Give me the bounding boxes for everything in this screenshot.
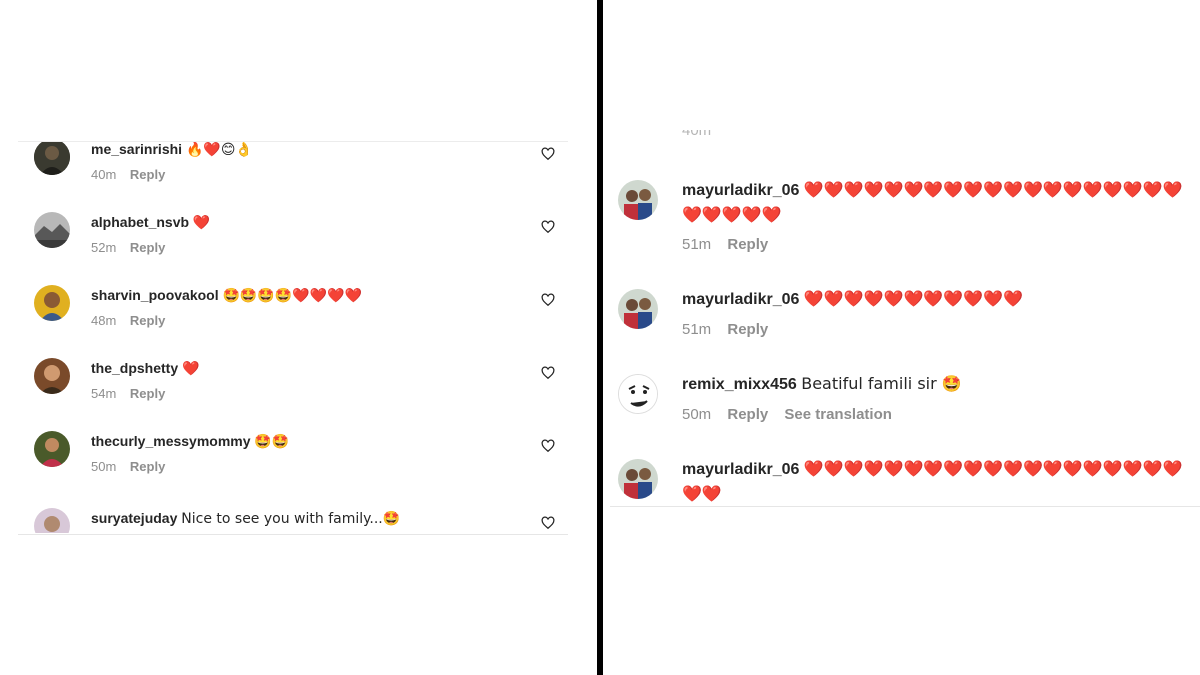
comment-meta: 50m Reply (91, 459, 175, 474)
comment-time: 40m (91, 167, 117, 182)
comment-username[interactable]: mayurladikr_06 (682, 182, 799, 199)
avatar[interactable] (34, 285, 70, 321)
right-comments-panel: 40m mayurladikr_06 ❤️❤️❤️❤️❤️❤️❤️❤️❤️❤️❤… (610, 0, 1200, 675)
comment-time: 50m (682, 406, 712, 423)
comment-item: mayurladikr_06 ❤️❤️❤️❤️❤️❤️❤️❤️❤️❤️❤️❤️❤… (610, 457, 1200, 505)
comment-body: mayurladikr_06 ❤️❤️❤️❤️❤️❤️❤️❤️❤️❤️❤️❤️❤… (682, 178, 1192, 228)
comment-text: Nice to see you with family...🤩 (181, 511, 401, 527)
left-comment-list[interactable]: me_sarinrishi 🔥❤️😊👌 40m Reply alphabet_n… (18, 142, 568, 533)
avatar[interactable] (34, 358, 70, 394)
comment-time: 50m (91, 459, 117, 474)
comment-username[interactable]: suryatejuday Nice to see you with family… (91, 510, 400, 527)
reply-button[interactable]: Reply (727, 406, 768, 423)
comment-body: mayurladikr_06 ❤️❤️❤️❤️❤️❤️❤️❤️❤️❤️❤️ (682, 287, 1192, 312)
comment-username[interactable]: mayurladikr_06 (682, 461, 799, 478)
comment-username[interactable]: thecurly_messymommy 🤩🤩 (91, 433, 289, 450)
reply-button[interactable]: Reply (727, 321, 768, 338)
avatar[interactable] (34, 508, 70, 533)
heart-outline-icon[interactable] (541, 516, 555, 530)
avatar[interactable] (618, 180, 658, 220)
comment-item: suryatejuday Nice to see you with family… (18, 502, 568, 533)
reply-button[interactable]: Reply (130, 459, 165, 474)
comment-meta: 51m Reply (682, 321, 780, 338)
left-comments-panel: me_sarinrishi 🔥❤️😊👌 40m Reply alphabet_n… (18, 0, 568, 675)
comment-item: sharvin_poovakool 🤩🤩🤩🤩❤️❤️❤️❤️ 48m Reply (18, 283, 568, 343)
comment-time: 51m (682, 321, 712, 338)
comment-time: 54m (91, 386, 117, 401)
comment-username[interactable]: me_sarinrishi 🔥❤️😊👌 (91, 142, 253, 158)
reply-button[interactable]: Reply (130, 240, 165, 255)
comment-username[interactable]: mayurladikr_06 (682, 291, 799, 308)
comment-time: 51m (682, 236, 712, 253)
heart-outline-icon[interactable] (541, 439, 555, 453)
comment-item: me_sarinrishi 🔥❤️😊👌 40m Reply (18, 142, 568, 197)
comment-meta: 50m Reply See translation (682, 406, 904, 423)
bottom-divider (610, 506, 1200, 507)
reply-button[interactable]: Reply (130, 386, 165, 401)
comment-username[interactable]: the_dpshetty ❤️ (91, 360, 199, 377)
heart-outline-icon[interactable] (541, 366, 555, 380)
comment-username[interactable]: remix_mixx456 (682, 376, 797, 393)
comment-item: alphabet_nsvb ❤️ 52m Reply (18, 210, 568, 270)
see-translation-button[interactable]: See translation (784, 406, 892, 423)
comment-time: 40m (682, 130, 712, 139)
avatar[interactable] (618, 459, 658, 499)
comment-time: 52m (91, 240, 117, 255)
comment-text: 🔥❤️😊👌 (185, 142, 253, 158)
comment-item: thecurly_messymommy 🤩🤩 50m Reply (18, 429, 568, 489)
comment-username[interactable]: alphabet_nsvb ❤️ (91, 214, 210, 231)
avatar[interactable] (34, 431, 70, 467)
heart-outline-icon[interactable] (541, 293, 555, 307)
heart-outline-icon[interactable] (541, 147, 555, 161)
reply-button[interactable]: Reply (130, 313, 165, 328)
comment-body: remix_mixx456 Beatiful famili sir 🤩 (682, 372, 1192, 397)
comment-time: 48m (91, 313, 117, 328)
comment-meta: 40m Reply (91, 167, 175, 182)
comment-body: mayurladikr_06 ❤️❤️❤️❤️❤️❤️❤️❤️❤️❤️❤️❤️❤… (682, 457, 1192, 505)
bottom-divider (18, 534, 568, 535)
comment-text: ❤️ (182, 361, 200, 377)
heart-outline-icon[interactable] (541, 220, 555, 234)
comment-text: 🤩🤩 (254, 434, 290, 450)
comment-username[interactable]: sharvin_poovakool 🤩🤩🤩🤩❤️❤️❤️❤️ (91, 287, 362, 304)
avatar[interactable] (618, 289, 658, 329)
right-comment-list[interactable]: 40m mayurladikr_06 ❤️❤️❤️❤️❤️❤️❤️❤️❤️❤️❤… (610, 130, 1200, 505)
comment-text: ❤️❤️❤️❤️❤️❤️❤️❤️❤️❤️❤️ (803, 289, 1023, 308)
comment-meta: 52m Reply (91, 240, 175, 255)
avatar[interactable] (618, 374, 658, 414)
comment-meta: 51m Reply (682, 236, 780, 253)
panel-divider (597, 0, 603, 675)
comment-item: mayurladikr_06 ❤️❤️❤️❤️❤️❤️❤️❤️❤️❤️❤️❤️❤… (610, 178, 1200, 262)
avatar[interactable] (34, 142, 70, 175)
comment-text: Beatiful famili sir 🤩 (801, 374, 962, 393)
comment-item: the_dpshetty ❤️ 54m Reply (18, 356, 568, 416)
reply-button[interactable]: Reply (130, 167, 165, 182)
comment-text: ❤️ (192, 215, 211, 231)
comment-meta: 54m Reply (91, 386, 175, 401)
avatar[interactable] (34, 212, 70, 248)
comment-item: mayurladikr_06 ❤️❤️❤️❤️❤️❤️❤️❤️❤️❤️❤️ 51… (610, 287, 1200, 347)
comment-item: remix_mixx456 Beatiful famili sir 🤩 50m … (610, 372, 1200, 432)
comment-text: 🤩🤩🤩🤩❤️❤️❤️❤️ (222, 288, 362, 304)
reply-button[interactable]: Reply (727, 236, 768, 253)
comment-meta: 48m Reply (91, 313, 175, 328)
